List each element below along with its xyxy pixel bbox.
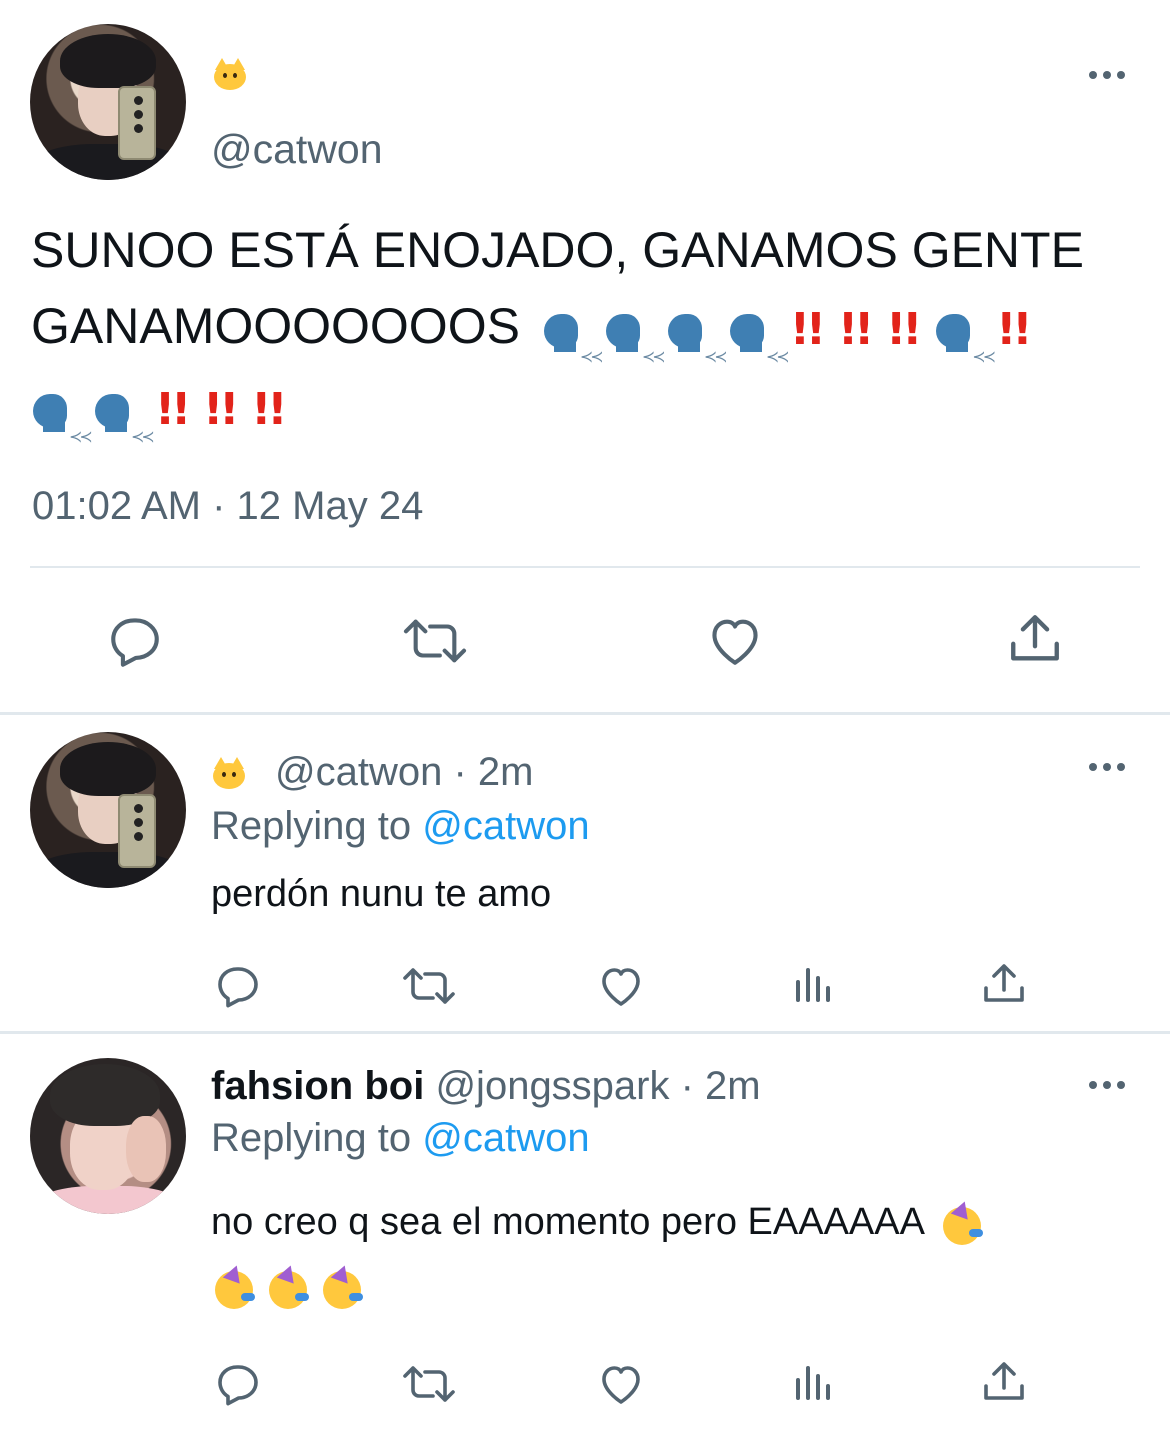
replying-to-label: Replying to (211, 1116, 412, 1160)
tweet-text-line2-row: GANAMOOOOOOOS ≺≺ ≺≺ ≺≺ ≺≺!!!!!! ≺≺!! (31, 288, 1151, 368)
reply-emoji-row (211, 1254, 993, 1318)
replying-to-label: Replying to (211, 804, 412, 848)
double-exclamation-emoji: !! (155, 383, 191, 435)
like-icon[interactable] (706, 612, 764, 670)
avatar-hair (60, 34, 156, 88)
section-separator (0, 712, 1170, 715)
phone-icon (118, 794, 156, 868)
share-icon[interactable] (980, 1358, 1028, 1406)
cat-face-emoji (212, 58, 248, 92)
double-exclamation-emoji: !! (996, 303, 1032, 355)
reply-display-name[interactable]: fahsion boi (211, 1064, 424, 1108)
more-options-icon[interactable] (1089, 71, 1129, 81)
analytics-icon[interactable] (792, 964, 832, 1004)
reply-handle-time[interactable]: @jongsspark · 2m (435, 1064, 760, 1108)
avatar[interactable] (30, 732, 186, 888)
more-options-icon[interactable] (1089, 1081, 1129, 1091)
speaking-head-emoji: ≺≺ (666, 308, 728, 366)
speaking-head-emoji: ≺≺ (604, 308, 666, 366)
section-separator (0, 1031, 1170, 1034)
retweet-icon[interactable] (400, 1360, 458, 1408)
speaking-head-emoji: ≺≺ (542, 308, 604, 366)
double-exclamation-emoji: !! (838, 303, 874, 355)
double-exclamation-emoji: !! (203, 383, 239, 435)
double-exclamation-emoji: !! (886, 303, 922, 355)
avatar[interactable] (30, 24, 186, 180)
divider (30, 566, 1140, 568)
tweet-text-line2: GANAMOOOOOOOS (31, 298, 520, 354)
reply-text-row: no creo q sea el momento pero EAAAAAA (211, 1190, 993, 1254)
avatar-shirt (30, 144, 186, 180)
share-icon[interactable] (1006, 610, 1064, 668)
partying-face-emoji (211, 1262, 257, 1311)
replying-to: Replying to @catwon (211, 804, 590, 849)
retweet-icon[interactable] (400, 612, 470, 670)
avatar[interactable] (30, 1058, 186, 1214)
double-exclamation-emoji: !! (251, 383, 287, 435)
reply-icon[interactable] (106, 612, 164, 670)
like-icon[interactable] (597, 962, 645, 1010)
tweet-timestamp[interactable]: 01:02 AM · 12 May 24 (32, 484, 423, 529)
reply-text-block: no creo q sea el momento pero EAAAAAA (211, 1190, 993, 1318)
reply-text: perdón nunu te amo (211, 873, 552, 915)
phone-icon (118, 86, 156, 160)
avatar-hair (60, 742, 156, 796)
reply-handle-time[interactable]: @catwon · 2m (275, 750, 533, 794)
cat-face-emoji (211, 757, 247, 791)
analytics-icon[interactable] (792, 1362, 832, 1402)
partying-face-emoji (939, 1198, 985, 1247)
avatar-shirt (30, 1186, 186, 1214)
speaking-head-emoji: ≺≺ (728, 308, 790, 366)
reply-meta: fahsion boi @jongsspark · 2m (211, 1064, 761, 1109)
partying-face-emoji (319, 1262, 365, 1311)
double-exclamation-emoji: !! (789, 303, 826, 355)
tweet-text: SUNOO ESTÁ ENOJADO, GANAMOS GENTE GANAMO… (31, 212, 1151, 448)
speaking-head-emoji: ≺≺ (31, 388, 93, 446)
speaking-head-emoji: ≺≺ (934, 308, 996, 366)
replying-to-handle[interactable]: @catwon (422, 1116, 589, 1160)
avatar-hand (126, 1116, 166, 1182)
partying-face-emoji (265, 1262, 311, 1311)
reply-icon[interactable] (214, 1360, 262, 1408)
reply-icon[interactable] (214, 962, 262, 1010)
retweet-icon[interactable] (400, 962, 458, 1010)
reply-text: no creo q sea el momento pero EAAAAAA (211, 1201, 923, 1243)
share-icon[interactable] (980, 960, 1028, 1008)
replying-to-handle[interactable]: @catwon (422, 804, 589, 848)
like-icon[interactable] (597, 1360, 645, 1408)
tweet-handle[interactable]: @catwon (211, 126, 383, 173)
replying-to: Replying to @catwon (211, 1116, 590, 1161)
tweet-text-line1: SUNOO ESTÁ ENOJADO, GANAMOS GENTE (31, 222, 1084, 278)
avatar-shirt (30, 852, 186, 888)
more-options-icon[interactable] (1089, 763, 1129, 773)
speaking-head-emoji: ≺≺ (93, 388, 155, 446)
reply-meta: @catwon · 2m (211, 750, 533, 795)
